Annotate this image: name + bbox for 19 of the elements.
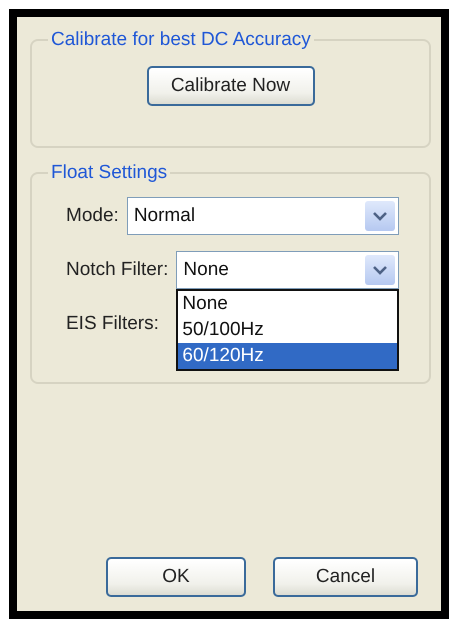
ok-button[interactable]: OK	[106, 557, 246, 597]
dropdown-option[interactable]: None	[178, 291, 397, 317]
dropdown-value: Normal	[134, 205, 196, 227]
dropdown-option[interactable]: 50/100Hz	[178, 317, 397, 343]
cancel-button[interactable]: Cancel	[273, 557, 418, 597]
dropdown-field[interactable]: None	[176, 251, 399, 289]
field-label: Notch Filter:	[66, 259, 168, 281]
calibrate-button[interactable]: Calibrate Now	[146, 66, 314, 106]
field-label: EIS Filters:	[66, 313, 159, 335]
dropdown-button[interactable]	[365, 255, 395, 285]
field-label: Mode:	[66, 205, 119, 227]
chevron-down-icon	[373, 266, 387, 274]
dropdown-option[interactable]: 60/120Hz	[178, 343, 397, 369]
group-title: Calibrate for best DC Accuracy	[50, 29, 312, 51]
dropdown-value: None	[183, 259, 230, 281]
chevron-down-icon	[373, 212, 387, 220]
group-title: Float Settings	[50, 162, 168, 184]
dropdown-field[interactable]: Normal	[126, 197, 399, 235]
dropdown-button[interactable]	[365, 201, 395, 231]
